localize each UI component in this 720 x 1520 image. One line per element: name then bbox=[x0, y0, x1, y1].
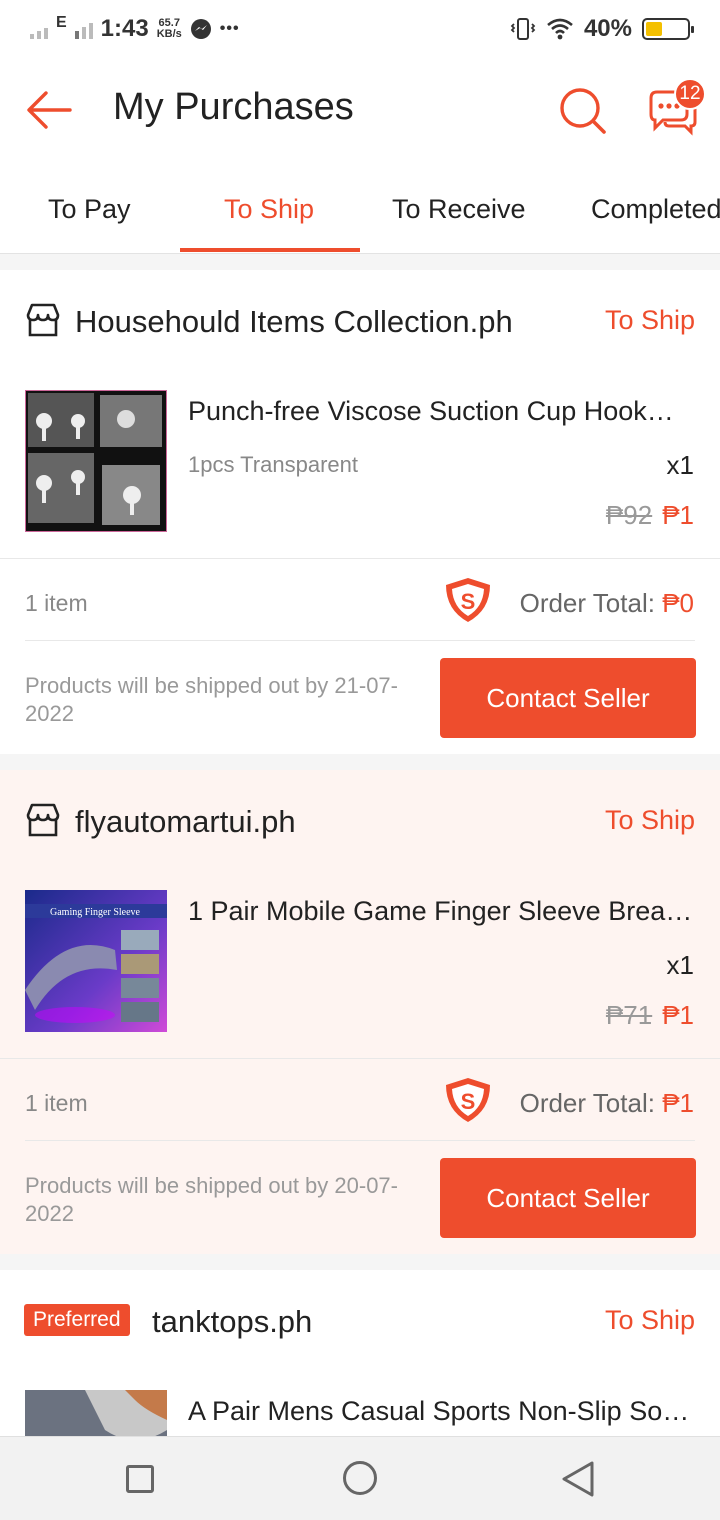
system-back-icon[interactable] bbox=[560, 1459, 596, 1499]
svg-text:S: S bbox=[461, 1089, 476, 1114]
order-total: Order Total: ₱1 bbox=[519, 1088, 694, 1118]
active-tab-indicator bbox=[180, 248, 360, 252]
system-nav-bar bbox=[0, 1436, 720, 1520]
svg-text:Gaming Finger Sleeve: Gaming Finger Sleeve bbox=[50, 907, 141, 918]
product-row[interactable]: Punch-free Viscose Suction Cup Hook… 1pc… bbox=[0, 390, 720, 550]
tab-to-receive[interactable]: To Receive bbox=[392, 194, 526, 225]
tab-to-ship[interactable]: To Ship bbox=[224, 194, 314, 225]
order-status: To Ship bbox=[604, 805, 695, 835]
back-arrow-icon[interactable] bbox=[24, 88, 74, 132]
vibrate-icon bbox=[510, 18, 536, 40]
messenger-icon bbox=[190, 19, 211, 39]
tab-completed[interactable]: Completed bbox=[591, 194, 720, 225]
shop-name[interactable]: flyautomartui.ph bbox=[75, 804, 296, 840]
app-header: My Purchases bbox=[0, 58, 720, 164]
order-total: Order Total: ₱0 bbox=[519, 588, 694, 618]
original-price: ₱92 bbox=[605, 500, 653, 530]
battery-percent: 40% bbox=[583, 15, 632, 42]
preferred-badge: Preferred bbox=[24, 1304, 130, 1336]
product-row[interactable]: Gaming Finger Sleeve 1 Pair Mobile Game … bbox=[0, 890, 720, 1050]
product-name[interactable]: Punch-free Viscose Suction Cup Hook… bbox=[188, 396, 698, 427]
shipping-note: Products will be shipped out by 20-07-20… bbox=[25, 1173, 398, 1226]
chat-unread-badge: 12 bbox=[674, 78, 706, 110]
divider bbox=[0, 1058, 720, 1059]
contact-seller-button[interactable]: Contact Seller bbox=[440, 658, 696, 738]
order-card[interactable]: Househould Items Collection.ph To Ship P… bbox=[0, 270, 720, 754]
clock: 1:43 bbox=[100, 15, 149, 42]
discounted-price: ₱1 bbox=[662, 500, 694, 530]
signal-icon-2 bbox=[74, 19, 93, 39]
signal-icon bbox=[30, 19, 48, 39]
shopee-guarantee-icon: S bbox=[446, 1078, 490, 1122]
product-prices: ₱92 ₱1 bbox=[606, 500, 694, 531]
recent-apps-button[interactable] bbox=[126, 1465, 154, 1493]
shop-header[interactable]: Househould Items Collection.ph To Ship bbox=[0, 270, 720, 370]
order-card[interactable]: flyautomartui.ph To Ship Gaming Finger S… bbox=[0, 770, 720, 1254]
order-status: To Ship bbox=[604, 1305, 695, 1335]
home-button[interactable] bbox=[343, 1461, 377, 1495]
product-image: Gaming Finger Sleeve bbox=[25, 890, 167, 1032]
search-icon[interactable] bbox=[558, 86, 608, 136]
store-icon bbox=[26, 803, 60, 837]
product-image bbox=[25, 1390, 167, 1436]
shopee-guarantee-icon: S bbox=[446, 578, 490, 622]
item-count: 1 item bbox=[25, 1090, 88, 1116]
shop-header[interactable]: flyautomartui.ph To Ship bbox=[0, 770, 720, 870]
discounted-price: ₱1 bbox=[662, 1000, 694, 1030]
wifi-icon bbox=[547, 18, 573, 40]
product-row[interactable]: A Pair Mens Casual Sports Non-Slip So… bbox=[0, 1390, 720, 1436]
product-quantity: x1 bbox=[666, 450, 694, 480]
product-name[interactable]: A Pair Mens Casual Sports Non-Slip So… bbox=[188, 1396, 698, 1427]
shipping-note: Products will be shipped out by 21-07-20… bbox=[25, 673, 398, 726]
divider bbox=[0, 558, 720, 559]
network-type: E bbox=[56, 14, 67, 31]
order-card[interactable]: Preferred tanktops.ph To Ship A Pair Men… bbox=[0, 1270, 720, 1436]
original-price: ₱71 bbox=[605, 1000, 653, 1030]
item-count: 1 item bbox=[25, 590, 88, 616]
product-variation: 1pcs Transparent bbox=[188, 452, 358, 477]
status-bar: E 1:43 65.7 KB/s ••• 40% bbox=[0, 0, 720, 58]
contact-seller-button[interactable]: Contact Seller bbox=[440, 1158, 696, 1238]
network-speed: 65.7 KB/s bbox=[156, 17, 182, 40]
shop-name[interactable]: Househould Items Collection.ph bbox=[75, 304, 513, 340]
divider bbox=[25, 640, 695, 641]
product-name[interactable]: 1 Pair Mobile Game Finger Sleeve Brea… bbox=[188, 896, 698, 927]
shop-header[interactable]: Preferred tanktops.ph To Ship bbox=[0, 1270, 720, 1370]
order-tabs: To Pay To Ship To Receive Completed bbox=[0, 164, 720, 254]
product-image bbox=[25, 390, 167, 532]
tab-to-pay[interactable]: To Pay bbox=[48, 194, 131, 225]
product-prices: ₱71 ₱1 bbox=[606, 1000, 694, 1031]
product-quantity: x1 bbox=[666, 950, 694, 980]
order-status: To Ship bbox=[604, 305, 695, 335]
shop-name[interactable]: tanktops.ph bbox=[152, 1304, 312, 1340]
page-title: My Purchases bbox=[113, 86, 354, 128]
divider bbox=[25, 1140, 695, 1141]
store-icon bbox=[26, 303, 60, 337]
svg-text:S: S bbox=[461, 589, 476, 614]
battery-icon bbox=[642, 18, 694, 40]
more-notifications: ••• bbox=[219, 20, 240, 37]
